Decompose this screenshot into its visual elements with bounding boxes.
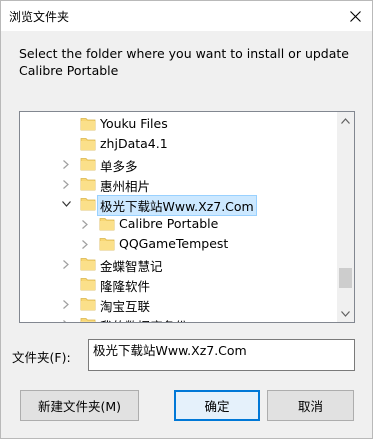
title-bar: 浏览文件夹 <box>1 1 372 31</box>
tree-item[interactable]: 我的数据库备份 <box>20 314 337 322</box>
description-text: Select the folder where you want to inst… <box>19 46 349 78</box>
folder-icon <box>80 196 96 212</box>
chevron-right-icon[interactable] <box>60 178 72 190</box>
tree-item-label: Youku Files <box>100 116 168 131</box>
tree-item[interactable]: QQGameTempest <box>20 234 337 254</box>
folder-icon <box>80 256 96 272</box>
chevron-down-icon <box>341 310 350 317</box>
tree-item[interactable]: 惠州相片 <box>20 174 337 194</box>
tree-item-label: 极光下载站Www.Xz7.Com <box>97 195 257 216</box>
tree-item[interactable]: 极光下载站Www.Xz7.Com <box>20 194 337 216</box>
new-folder-button[interactable]: 新建文件夹(M) <box>20 390 139 421</box>
ok-button[interactable]: 确定 <box>174 390 260 421</box>
cancel-button-label: 取消 <box>297 399 323 414</box>
tree-item-label: QQGameTempest <box>119 236 229 251</box>
tree-item[interactable]: Calibre Portable <box>20 214 337 234</box>
tree-item-label: 隆隆软件 <box>100 279 151 294</box>
tree-item-label: 我的数据库备份 <box>100 316 188 322</box>
tree-item-label: Calibre Portable <box>119 216 219 231</box>
window-title: 浏览文件夹 <box>9 10 70 24</box>
chevron-right-icon[interactable] <box>79 218 91 230</box>
browse-folder-dialog: 浏览文件夹 Select the folder where you want t… <box>0 0 373 439</box>
close-button[interactable] <box>338 1 372 31</box>
new-folder-button-label: 新建文件夹(M) <box>37 399 122 414</box>
scroll-down-button[interactable] <box>337 305 354 322</box>
tree-item[interactable]: zhjData4.1 <box>20 134 337 154</box>
chevron-right-icon[interactable] <box>60 258 72 270</box>
tree-item-label: 单多多 <box>100 159 138 174</box>
folder-input[interactable]: 极光下载站Www.Xz7.Com <box>88 339 355 371</box>
folder-icon <box>99 236 115 252</box>
folder-icon <box>80 276 96 292</box>
tree-item[interactable]: Youku Files <box>20 114 337 134</box>
ok-button-label: 确定 <box>204 399 230 414</box>
tree-item[interactable]: 金蝶智慧记 <box>20 254 337 274</box>
chevron-up-icon <box>341 117 350 124</box>
tree-item-label: 惠州相片 <box>100 179 151 194</box>
folder-tree[interactable]: Youku Files zhjData4.1 单多多惠州相片 极光下载站Www.Xz7… <box>19 111 355 323</box>
chevron-right-icon[interactable] <box>60 318 72 322</box>
tree-item[interactable]: 隆隆软件 <box>20 274 337 294</box>
chevron-down-icon[interactable] <box>60 198 72 210</box>
chevron-right-icon[interactable] <box>60 298 72 310</box>
folder-icon <box>80 316 96 322</box>
folder-icon <box>80 176 96 192</box>
chevron-right-icon[interactable] <box>60 158 72 170</box>
folder-icon <box>80 116 96 132</box>
scroll-up-button[interactable] <box>337 112 354 129</box>
tree-item[interactable]: 单多多 <box>20 154 337 174</box>
folder-icon <box>80 156 96 172</box>
folder-icon <box>80 296 96 312</box>
folder-icon <box>99 216 115 232</box>
vertical-scrollbar[interactable] <box>337 112 354 322</box>
cancel-button[interactable]: 取消 <box>267 390 354 421</box>
tree-item[interactable]: 淘宝互联 <box>20 294 337 314</box>
chevron-right-icon[interactable] <box>79 238 91 250</box>
tree-item-label: 淘宝互联 <box>100 299 151 314</box>
folder-field-label: 文件夹(F): <box>12 350 71 365</box>
tree-item-label: 金蝶智慧记 <box>100 259 163 274</box>
scroll-thumb[interactable] <box>339 268 352 288</box>
folder-icon <box>80 136 96 152</box>
close-icon <box>349 10 361 22</box>
tree-item-label: zhjData4.1 <box>100 136 168 151</box>
